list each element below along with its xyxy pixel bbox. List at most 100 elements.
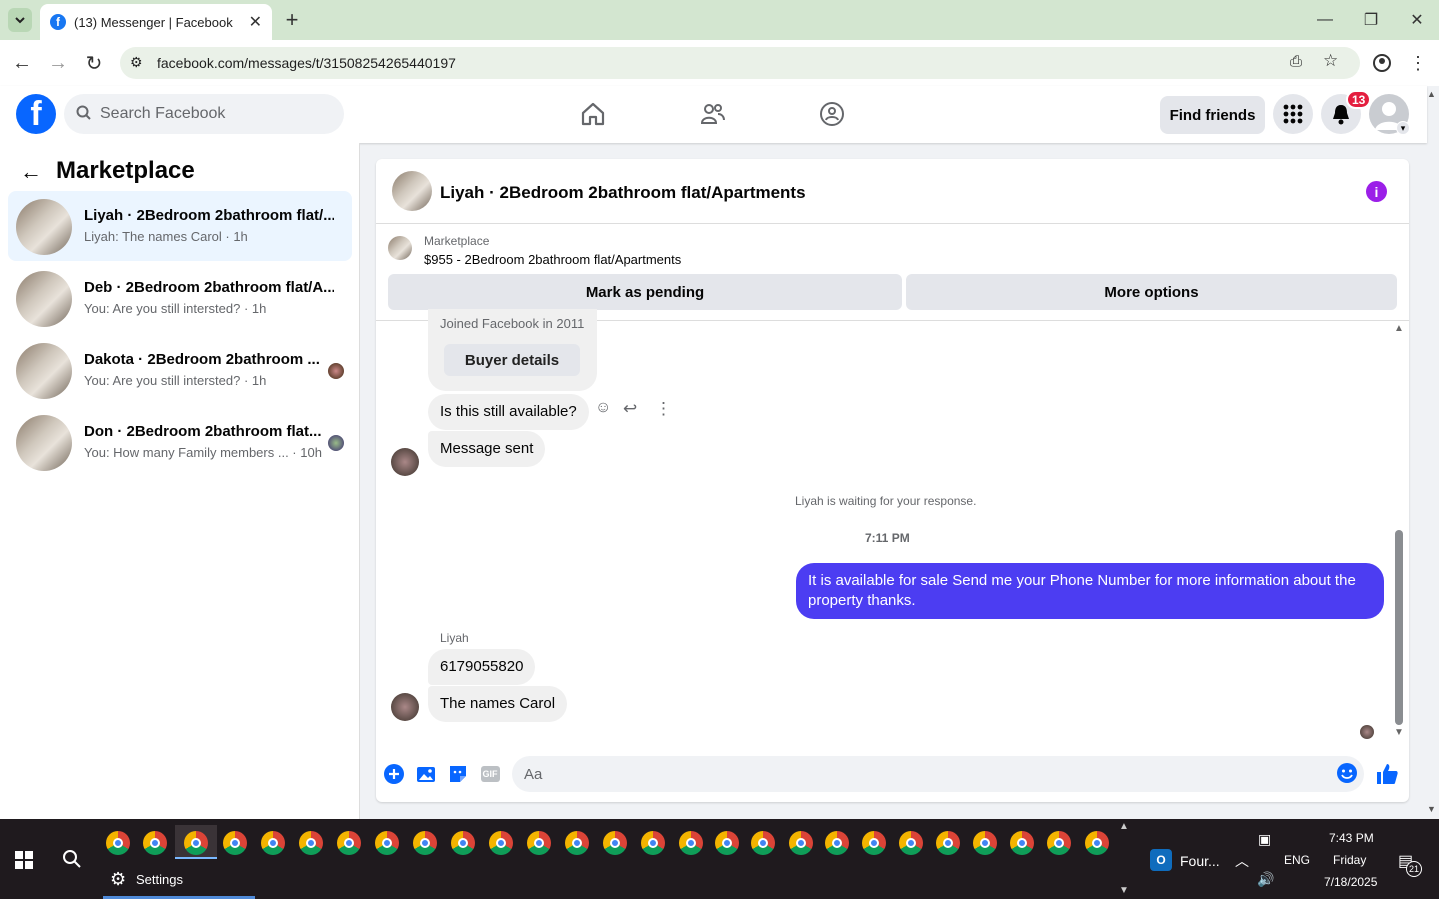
scrollbar[interactable] xyxy=(1395,530,1403,725)
site-info-icon[interactable]: ⚙ xyxy=(130,54,143,71)
conversation-item[interactable]: Deb · 2Bedroom 2bathroom flat/A... You: … xyxy=(8,263,352,333)
conversation-item[interactable]: Liyah · 2Bedroom 2bathroom flat/... Liya… xyxy=(8,191,352,261)
chrome-taskbar-icon[interactable] xyxy=(641,831,665,855)
browser-tab[interactable]: f (13) Messenger | Facebook ✕ xyxy=(40,4,272,40)
seen-avatar xyxy=(328,435,344,451)
sticker-icon[interactable] xyxy=(446,762,470,786)
forward-icon[interactable]: → xyxy=(46,51,70,75)
chat-title[interactable]: Liyah · 2Bedroom 2bathroom flat/Apartmen… xyxy=(440,183,806,203)
conversation-item[interactable]: Don · 2Bedroom 2bathroom flat... You: Ho… xyxy=(8,407,352,477)
chrome-taskbar-icon[interactable] xyxy=(1010,831,1034,855)
sender-avatar xyxy=(391,693,419,721)
chrome-taskbar-icon[interactable] xyxy=(261,831,285,855)
taskbar-scroll-down-icon[interactable]: ▼ xyxy=(1119,885,1129,896)
chrome-taskbar-icon[interactable] xyxy=(679,831,703,855)
chrome-taskbar-icon[interactable] xyxy=(1047,831,1071,855)
chrome-taskbar-icon[interactable] xyxy=(375,831,399,855)
conversation-name: Liyah · 2Bedroom 2bathroom flat/... xyxy=(84,207,334,224)
new-tab-icon[interactable]: + xyxy=(282,7,302,32)
chrome-taskbar-icon[interactable] xyxy=(106,831,130,855)
facebook-favicon-icon: f xyxy=(50,14,66,30)
mark-pending-button[interactable]: Mark as pending xyxy=(388,274,902,310)
install-app-icon[interactable]: ⎙ xyxy=(1290,53,1302,70)
more-actions-icon[interactable]: ⋮ xyxy=(655,399,672,419)
chrome-taskbar-icon[interactable] xyxy=(1085,831,1109,855)
chrome-taskbar-icon[interactable] xyxy=(143,831,167,855)
info-icon[interactable]: i xyxy=(1366,181,1387,202)
menu-dots-icon[interactable]: ⋮ xyxy=(1406,51,1430,75)
search-input[interactable]: Search Facebook xyxy=(64,94,344,134)
chrome-taskbar-icon[interactable] xyxy=(603,831,627,855)
menu-grid-icon[interactable] xyxy=(1273,94,1313,134)
tray-chevron-icon[interactable]: ︿ xyxy=(1235,851,1249,871)
windows-start-icon[interactable] xyxy=(15,851,33,869)
chrome-taskbar-icon[interactable] xyxy=(565,831,589,855)
friends-icon[interactable] xyxy=(697,98,729,130)
chrome-taskbar-icon[interactable] xyxy=(973,831,997,855)
profile-icon[interactable] xyxy=(1370,51,1394,75)
language-indicator[interactable]: ENG xyxy=(1284,853,1310,867)
facebook-logo-icon[interactable]: f xyxy=(16,94,56,134)
search-icon[interactable] xyxy=(62,849,82,874)
back-icon[interactable]: ← xyxy=(10,51,34,75)
settings-gear-icon[interactable]: ⚙ xyxy=(110,869,126,890)
more-options-button[interactable]: More options xyxy=(906,274,1397,310)
scroll-down-arrow-icon[interactable]: ▼ xyxy=(1394,727,1404,738)
close-window-icon[interactable]: ✕ xyxy=(1406,8,1428,32)
add-plus-icon[interactable] xyxy=(382,762,406,786)
chrome-taskbar-icon[interactable] xyxy=(337,831,361,855)
outlook-icon[interactable]: O xyxy=(1150,849,1172,871)
chrome-taskbar-icon[interactable] xyxy=(789,831,813,855)
chat-panel: Liyah · 2Bedroom 2bathroom flat/Apartmen… xyxy=(376,159,1409,802)
chrome-taskbar-icon[interactable] xyxy=(751,831,775,855)
clock-date[interactable]: 7/18/2025 xyxy=(1324,875,1377,889)
react-icon[interactable]: ☺ xyxy=(595,399,611,417)
settings-label[interactable]: Settings xyxy=(136,872,183,887)
chrome-taskbar-icon[interactable] xyxy=(413,831,437,855)
buyer-details-button[interactable]: Buyer details xyxy=(444,344,580,376)
chrome-taskbar-icon[interactable] xyxy=(223,831,247,855)
account-chevron-icon[interactable]: ▾ xyxy=(1396,121,1410,135)
tab-search-icon[interactable] xyxy=(8,8,32,32)
chrome-taskbar-icon[interactable] xyxy=(299,831,323,855)
composer-placeholder: Aa xyxy=(524,765,543,783)
listing-thumbnail[interactable] xyxy=(388,236,412,260)
outlook-label[interactable]: Four... xyxy=(1180,853,1220,869)
clock-time[interactable]: 7:43 PM xyxy=(1329,831,1374,845)
reply-icon[interactable]: ↩ xyxy=(623,399,637,419)
clock-day[interactable]: Friday xyxy=(1333,853,1366,867)
thumbs-up-icon[interactable] xyxy=(1374,760,1400,788)
home-icon[interactable] xyxy=(577,98,609,130)
message-input[interactable]: Aa xyxy=(512,756,1364,792)
scroll-up-arrow-icon[interactable]: ▲ xyxy=(1394,323,1404,334)
restore-icon[interactable]: ❐ xyxy=(1360,8,1382,32)
chrome-taskbar-icon[interactable] xyxy=(715,831,739,855)
close-tab-icon[interactable]: ✕ xyxy=(249,12,262,32)
reload-icon[interactable]: ↻ xyxy=(82,51,106,75)
volume-icon[interactable]: 🔊 xyxy=(1257,871,1274,888)
listing-title[interactable]: $955 - 2Bedroom 2bathroom flat/Apartment… xyxy=(424,252,681,267)
gif-icon[interactable]: GIF xyxy=(478,762,502,786)
photo-icon[interactable] xyxy=(414,762,438,786)
conversation-item[interactable]: Dakota · 2Bedroom 2bathroom ... You: Are… xyxy=(8,335,352,405)
chat-avatar[interactable] xyxy=(392,171,432,211)
address-bar[interactable]: ⚙ facebook.com/messages/t/31508254265440… xyxy=(120,47,1360,79)
chrome-taskbar-icon[interactable] xyxy=(862,831,886,855)
chrome-taskbar-icon[interactable] xyxy=(936,831,960,855)
page-scroll-up-icon[interactable]: ▲ xyxy=(1427,89,1436,99)
chrome-taskbar-icon[interactable] xyxy=(184,831,208,855)
chrome-taskbar-icon[interactable] xyxy=(489,831,513,855)
find-friends-button[interactable]: Find friends xyxy=(1160,96,1265,134)
chrome-taskbar-icon[interactable] xyxy=(825,831,849,855)
chrome-taskbar-icon[interactable] xyxy=(527,831,551,855)
groups-icon[interactable] xyxy=(816,98,848,130)
emoji-icon[interactable] xyxy=(1336,762,1358,788)
minimize-icon[interactable]: — xyxy=(1314,8,1336,32)
bookmark-star-icon[interactable]: ☆ xyxy=(1323,51,1338,71)
meet-icon[interactable]: ▣ xyxy=(1258,831,1271,848)
chrome-taskbar-icon[interactable] xyxy=(451,831,475,855)
back-arrow-icon[interactable]: ← xyxy=(20,159,42,185)
taskbar-scroll-up-icon[interactable]: ▲ xyxy=(1119,821,1129,832)
page-scroll-down-icon[interactable]: ▼ xyxy=(1427,804,1436,814)
chrome-taskbar-icon[interactable] xyxy=(899,831,923,855)
